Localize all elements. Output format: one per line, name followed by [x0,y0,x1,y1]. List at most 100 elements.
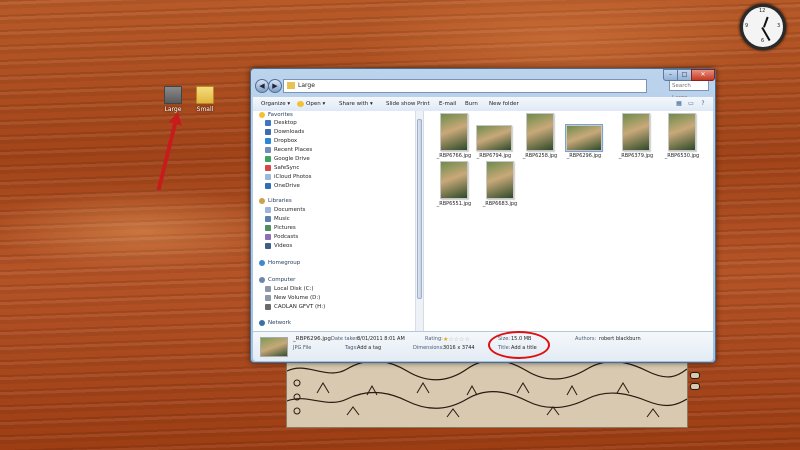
preview-pane-icon[interactable]: ▭ [687,100,695,108]
pictures-icon [265,224,271,231]
tags-value[interactable]: Add a tag [357,345,381,352]
details-pane: _RBP6296.jpg JPG File Date taken: 8/01/2… [253,331,713,361]
download-icon [265,128,271,135]
desktop-icon [265,119,271,126]
nav-local-disk-c[interactable]: Local Disk (C:) [265,285,314,293]
file-thumbnail-selected[interactable]: _RBP6296.jpg [565,113,603,160]
file-thumbnail[interactable]: _RBP6379.jpg [618,113,654,160]
new-folder-button[interactable]: New folder [489,100,519,108]
print-button[interactable]: Print [417,100,430,108]
doodle-drawing [287,359,687,418]
nav-libraries[interactable]: Libraries [259,197,292,205]
recent-places-icon [265,146,271,153]
paper-tab [690,383,700,390]
nav-icloud-photos[interactable]: iCloud Photos [265,173,312,181]
nav-pictures[interactable]: Pictures [265,224,296,232]
file-name: _RBP6530.jpg [664,153,700,159]
libraries-icon [259,197,265,204]
authors-value[interactable]: robert blackburn [599,336,641,343]
clock-number: 12 [759,8,766,14]
photo-thumbnail [526,113,554,151]
clock-gadget[interactable]: 12 3 6 9 [740,4,786,50]
photo-folder-icon [164,86,182,104]
file-thumbnail[interactable]: _RBP6683.jpg [482,161,518,208]
rating-label: Rating: [425,336,443,342]
file-thumbnail[interactable]: _RBP6530.jpg [664,113,700,160]
explorer-window[interactable]: ◀ ▶ Large Search Large – □ ✕ Organize ▾ … [250,68,716,363]
photo-thumbnail [476,125,512,151]
nav-network[interactable]: Network [259,319,291,327]
close-button[interactable]: ✕ [691,69,715,81]
nav-documents[interactable]: Documents [265,206,305,214]
file-name: _RBP6551.jpg [436,201,472,207]
clock-number: 6 [761,38,765,44]
onedrive-icon [265,182,271,189]
safesync-icon [265,164,271,171]
nav-label: Videos [274,243,293,249]
desktop-icon-small[interactable]: Small [192,86,218,113]
share-with-button[interactable]: Share with ▾ [339,100,373,108]
back-button[interactable]: ◀ [255,79,269,93]
nav-google-drive[interactable]: Google Drive [265,155,310,163]
dimensions-value: 3016 x 3744 [443,345,475,351]
slide-show-button[interactable]: Slide show [386,100,415,108]
nav-homegroup[interactable]: Homegroup [259,259,300,267]
email-button[interactable]: E-mail [439,100,456,108]
nav-scrollbar[interactable] [415,111,423,331]
network-icon [259,319,265,326]
nav-favorites[interactable]: Favorites [259,111,293,119]
file-thumbnail[interactable]: _RBP6794.jpg [476,113,512,160]
nav-desktop[interactable]: Desktop [265,119,297,127]
nav-label: SafeSync [274,165,300,171]
star-rating-icon[interactable]: ☆ [465,336,470,343]
open-button[interactable]: Open ▾ [297,100,325,108]
annotation-circle [488,331,550,359]
nav-caolan-gfvt-h[interactable]: CAOLAN GFVT (H:) [265,303,325,311]
nav-computer[interactable]: Computer [259,276,295,284]
videos-icon [265,242,271,249]
nav-recent-places[interactable]: Recent Places [265,146,312,154]
nav-label: Desktop [274,120,297,126]
desktop-icon-large[interactable]: Large [160,86,186,113]
rating-stars[interactable]: ★☆☆☆☆ [443,336,470,343]
nav-onedrive[interactable]: OneDrive [265,182,300,190]
nav-label: CAOLAN GFVT (H:) [274,304,326,310]
date-taken-value[interactable]: 8/01/2011 8:01 AM [357,336,405,343]
dropbox-icon [265,137,271,144]
help-icon[interactable]: ? [699,100,707,108]
podcasts-icon [265,233,271,240]
organize-button[interactable]: Organize ▾ [261,100,290,108]
tags-label: Tags: [345,345,358,351]
nav-downloads[interactable]: Downloads [265,128,304,136]
drive-icon [265,285,271,292]
nav-podcasts[interactable]: Podcasts [265,233,298,241]
nav-label: Computer [268,277,296,283]
command-bar: Organize ▾ Open ▾ Share with ▾ Slide sho… [253,97,713,112]
minimize-button[interactable]: – [663,69,678,81]
nav-label: Google Drive [274,156,310,162]
address-text: Large [298,82,315,89]
maximize-button[interactable]: □ [677,69,692,81]
folder-icon [287,82,295,89]
view-options-icon[interactable]: ▦ [675,100,683,108]
selected-file-preview [260,337,288,357]
forward-button[interactable]: ▶ [268,79,282,93]
nav-new-volume-d[interactable]: New Volume (D:) [265,294,320,302]
burn-button[interactable]: Burn [465,100,478,108]
nav-music[interactable]: Music [265,215,290,223]
address-bar[interactable]: Large [283,79,647,93]
nav-videos[interactable]: Videos [265,242,292,250]
file-thumbnail[interactable]: _RBP6766.jpg [436,113,472,160]
computer-icon [259,276,265,283]
title-bar[interactable]: ◀ ▶ Large Search Large – □ ✕ [251,69,715,101]
nav-dropbox[interactable]: Dropbox [265,137,297,145]
file-thumbnail[interactable]: _RBP6551.jpg [436,161,472,208]
date-taken-label: Date taken: [331,336,361,342]
nav-label: Network [268,320,291,326]
file-name: _RBP6296.jpg [566,153,602,159]
file-thumbnail[interactable]: _RBP6258.jpg [522,113,558,160]
star-icon [259,111,265,118]
scrollbar-thumb[interactable] [417,119,422,299]
nav-safesync[interactable]: SafeSync [265,164,299,172]
nav-label: Dropbox [274,138,298,144]
